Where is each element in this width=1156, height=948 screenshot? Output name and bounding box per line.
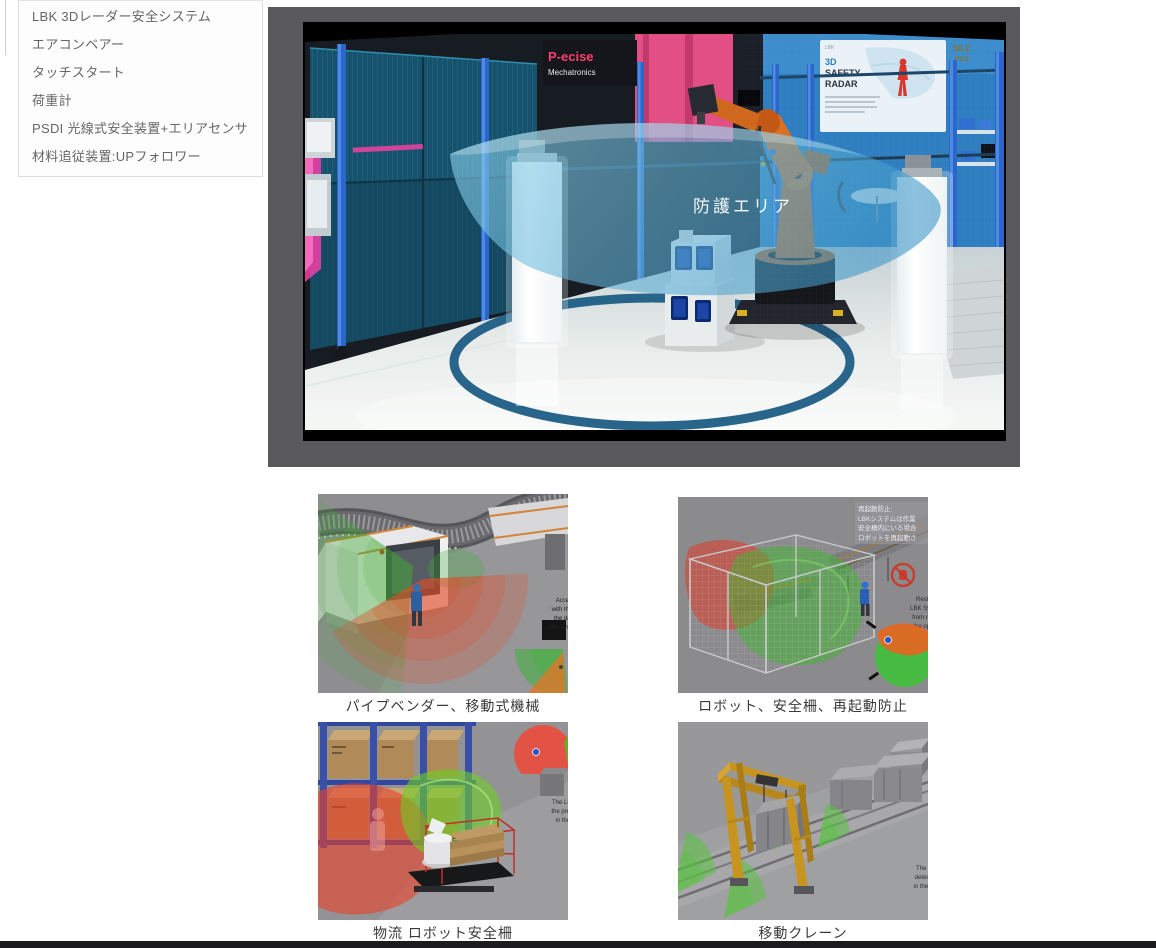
page-bottom-bar bbox=[0, 941, 1156, 948]
sidebar-item: 材料追従装置:UPフォロワー bbox=[32, 150, 254, 163]
svg-text:安全柵内にいる場合: 安全柵内にいる場合 bbox=[858, 523, 917, 532]
carton-box bbox=[328, 730, 374, 778]
gallery-item-pipe-bender[interactable]: Access prote with the operato the danger… bbox=[318, 494, 568, 716]
product-sidebar: LBK 3Dレーダー安全システム エアコンベアー タッチスタート 荷重計 PSD… bbox=[18, 0, 263, 177]
sidebar-item-load-meter[interactable]: 荷重計 bbox=[32, 93, 72, 108]
svg-text:再起動防止:: 再起動防止: bbox=[858, 504, 893, 513]
robot-cage-image: 再起動防止: LBKシステムは作業 安全柵内にいる場合 ロボットを再起動さ Re… bbox=[678, 497, 928, 693]
svg-text:LBKシステムは作業: LBKシステムは作業 bbox=[858, 514, 916, 523]
svg-text:the presence of: the presence of bbox=[551, 809, 568, 815]
sidebar-item: エアコンベアー bbox=[32, 38, 254, 51]
svg-text:in the dange: in the dange bbox=[913, 884, 928, 890]
caption-pipe-bender: パイプベンダー、移動式機械 bbox=[318, 696, 568, 716]
pipe-bender-image: Access prote with the operato the danger… bbox=[318, 494, 568, 693]
video-frame[interactable]: P-ecise Mechatronics LBK 3D SAFETY RADAR bbox=[303, 22, 1006, 441]
caption-logistics: 物流 ロボット安全柵 bbox=[318, 923, 568, 943]
svg-text:with the operato: with the operato bbox=[551, 607, 568, 613]
svg-text:from restarting a: from restarting a bbox=[912, 615, 928, 621]
svg-text:LBK System stops t: LBK System stops t bbox=[547, 625, 568, 631]
svg-text:Restart preve: Restart preve bbox=[916, 597, 928, 603]
video-still-lbk-demo: P-ecise Mechatronics LBK 3D SAFETY RADAR bbox=[305, 34, 1004, 430]
logistics-image: The LBK Syste the presence of in the dan… bbox=[318, 722, 568, 920]
svg-text:The LBK s: The LBK s bbox=[916, 866, 928, 872]
sidebar-item: LBK 3Dレーダー安全システム bbox=[32, 10, 254, 23]
control-cabinet bbox=[545, 534, 565, 570]
brochure-holders bbox=[305, 118, 335, 236]
exhibitor-sign-bottom-text: Mechatronics bbox=[548, 68, 596, 77]
sidebar-item: タッチスタート bbox=[32, 66, 254, 79]
sidebar-item: PSDI 光線式安全装置+エリアセンサ bbox=[32, 122, 254, 135]
video-player-panel: P-ecise Mechatronics LBK 3D SAFETY RADAR bbox=[268, 7, 1020, 467]
exhibitor-sign-top-text: P-ecise bbox=[548, 49, 594, 64]
svg-text:Access prote: Access prote bbox=[556, 598, 568, 604]
caption-mobile-crane: 移動クレーン bbox=[678, 923, 928, 943]
svg-text:LBK System keep: LBK System keep bbox=[910, 606, 928, 612]
caption-robot-cage: ロボット、安全柵、再起動防止 bbox=[678, 696, 928, 716]
person-silhouette bbox=[370, 808, 385, 851]
sidebar-item-psdi-sensor[interactable]: PSDI 光線式安全装置+エリアセンサ bbox=[32, 121, 248, 136]
sidebar-item-lbk-3d-radar[interactable]: LBK 3Dレーダー安全システム bbox=[32, 9, 211, 24]
sidebar-item-up-follower[interactable]: 材料追従装置:UPフォロワー bbox=[32, 149, 201, 164]
page-left-rule bbox=[5, 0, 6, 55]
gallery-item-mobile-crane[interactable]: The LBK s detects obs in the dange 移動クレー… bbox=[678, 722, 928, 943]
mobile-crane-image: The LBK s detects obs in the dange bbox=[678, 722, 928, 920]
svg-text:in the dange: in the dange bbox=[555, 818, 568, 824]
sidebar-item-touch-start[interactable]: タッチスタート bbox=[32, 65, 125, 80]
svg-text:ロボットを再起動さ: ロボットを再起動さ bbox=[858, 533, 917, 542]
gallery-item-logistics[interactable]: The LBK Syste the presence of in the dan… bbox=[318, 722, 568, 943]
sidebar-item-air-conveyor[interactable]: エアコンベアー bbox=[32, 37, 124, 52]
sidebar-menu: LBK 3Dレーダー安全システム エアコンベアー タッチスタート 荷重計 PSD… bbox=[19, 1, 262, 163]
svg-text:the dangerous: the dangerous bbox=[554, 616, 568, 622]
foreground-mesh bbox=[745, 34, 1004, 374]
annotation-text: The LBK s detects obs in the dange bbox=[913, 866, 928, 890]
svg-text:detects obs: detects obs bbox=[915, 875, 928, 881]
svg-text:The LBK Syste: The LBK Syste bbox=[552, 800, 568, 806]
sidebar-item: 荷重計 bbox=[32, 94, 254, 107]
gallery-item-robot-cage[interactable]: 再起動防止: LBKシステムは作業 安全柵内にいる場合 ロボットを再起動さ Re… bbox=[678, 497, 928, 716]
